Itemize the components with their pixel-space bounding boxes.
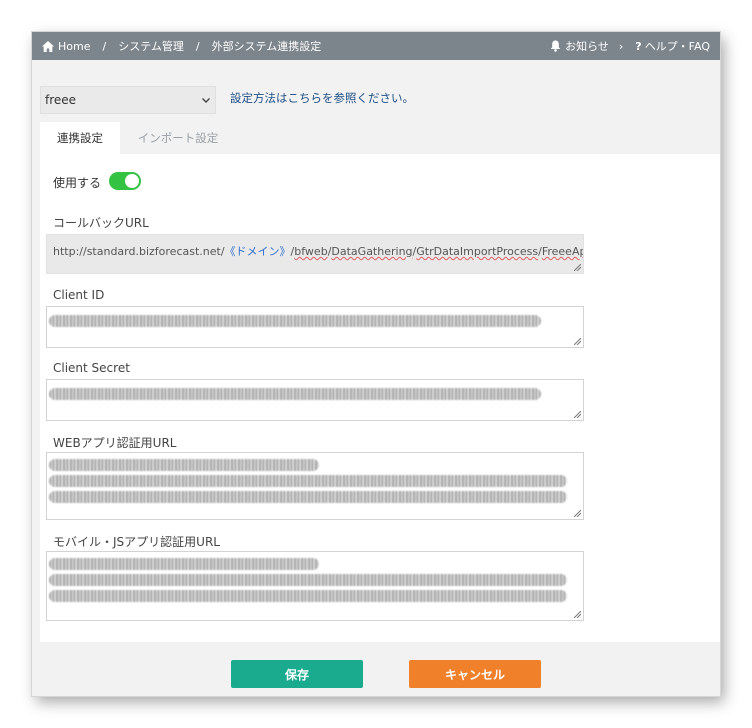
callback-url-domain: 《ドメイン》	[224, 245, 291, 258]
web-auth-url-label: WEBアプリ認証用URL	[53, 436, 177, 450]
settings-window: Home / システム管理 / 外部システム連携設定 お知らせ › ? ヘルプ・…	[32, 32, 720, 696]
connector-select-value: freee	[45, 93, 77, 107]
callback-url-part: GtrDataImportProcess	[416, 245, 539, 258]
header-actions: お知らせ › ? ヘルプ・FAQ	[550, 32, 710, 60]
mobile-auth-url-label: モバイル・JSアプリ認証用URL	[53, 535, 220, 549]
toggle-knob	[125, 174, 139, 188]
resize-grip-icon[interactable]	[574, 338, 581, 345]
redacted-text	[49, 475, 567, 487]
redacted-text	[49, 558, 319, 570]
connector-select[interactable]: freee	[40, 86, 216, 114]
cancel-button[interactable]: キャンセル	[409, 660, 541, 688]
redacted-text	[49, 574, 567, 586]
use-toggle-label: 使用する	[53, 176, 102, 190]
callback-url-part: bfweb	[294, 245, 328, 258]
redacted-text	[49, 388, 541, 400]
callback-url-field[interactable]: http://standard.bizforecast.net/《ドメイン》/b…	[46, 234, 584, 274]
breadcrumb: Home / システム管理 / 外部システム連携設定	[42, 32, 321, 60]
redacted-text	[49, 491, 567, 503]
chevron-right-icon: ›	[618, 39, 624, 53]
top-bar: Home / システム管理 / 外部システム連携設定 お知らせ › ? ヘルプ・…	[32, 32, 720, 60]
callback-url-prefix: http://standard.bizforecast.net/	[53, 245, 225, 258]
redacted-text	[49, 315, 541, 327]
bell-icon	[550, 40, 561, 52]
redacted-text	[49, 590, 567, 602]
resize-grip-icon[interactable]	[574, 264, 581, 271]
client-secret-field[interactable]	[46, 379, 584, 421]
setup-guide-link[interactable]: 設定方法はこちらを参照ください。	[230, 90, 414, 106]
breadcrumb-current: 外部システム連携設定	[211, 40, 322, 53]
callback-url-label: コールバックURL	[53, 216, 149, 230]
client-secret-label: Client Secret	[53, 361, 130, 375]
save-button[interactable]: 保存	[231, 660, 363, 688]
help-link[interactable]: ヘルプ・FAQ	[645, 38, 710, 54]
use-toggle[interactable]	[109, 172, 141, 190]
tab-import-settings[interactable]: インポート設定	[128, 122, 228, 154]
resize-grip-icon[interactable]	[574, 510, 581, 517]
resize-grip-icon[interactable]	[574, 611, 581, 618]
callback-url-part: DataGathering	[331, 245, 413, 258]
callback-url-value: http://standard.bizforecast.net/《ドメイン》/b…	[53, 243, 584, 259]
redacted-text	[49, 459, 319, 471]
home-icon	[42, 40, 54, 52]
breadcrumb-home-label: Home	[58, 39, 91, 53]
resize-grip-icon[interactable]	[574, 411, 581, 418]
breadcrumb-home[interactable]: Home	[42, 40, 90, 53]
help-icon: ?	[635, 39, 642, 53]
client-id-label: Client ID	[53, 288, 105, 302]
chevron-down-icon	[202, 98, 210, 103]
breadcrumb-system-admin[interactable]: システム管理	[118, 38, 184, 54]
breadcrumb-separator: /	[195, 39, 200, 53]
client-id-field[interactable]	[46, 306, 584, 348]
mobile-auth-url-field[interactable]	[46, 551, 584, 621]
web-auth-url-field[interactable]	[46, 452, 584, 520]
notice-link[interactable]: お知らせ	[565, 38, 609, 54]
breadcrumb-separator: /	[102, 39, 107, 53]
tab-link-settings[interactable]: 連携設定	[40, 122, 120, 154]
callback-url-part: FreeeApiLinkage	[541, 245, 584, 258]
